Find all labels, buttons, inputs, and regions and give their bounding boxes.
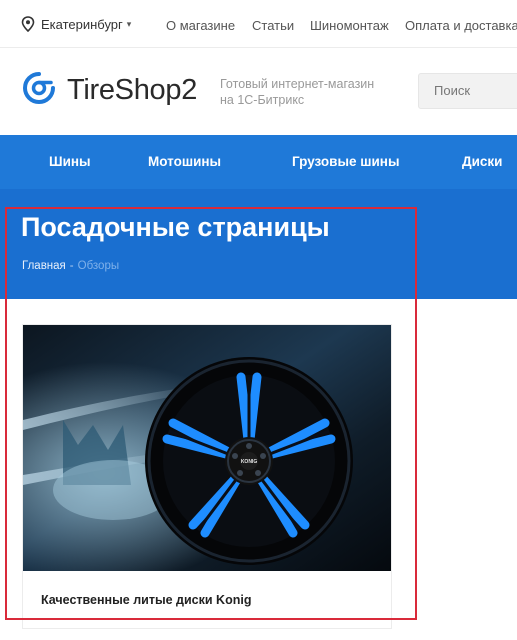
slogan-line-2: на 1С-Битрикс (220, 93, 305, 107)
nav-item-wheels[interactable]: Диски (462, 154, 502, 169)
brand-logo-icon[interactable] (21, 70, 57, 106)
wheel-image: KONIG (23, 325, 391, 571)
nav-item-truck-tires[interactable]: Грузовые шины (292, 154, 399, 169)
page-title: Посадочные страницы (21, 212, 330, 242)
breadcrumb: Главная - Обзоры (22, 260, 119, 272)
city-selector[interactable]: Екатеринбург ▾ (21, 16, 131, 32)
slogan-line-1: Готовый интернет-магазин (220, 77, 375, 91)
site-slogan: Готовый интернет-магазин на 1С-Битрикс (220, 76, 395, 108)
top-link-tire-fitting[interactable]: Шиномонтаж (310, 18, 389, 33)
top-link-payment-delivery[interactable]: Оплата и доставка (405, 18, 517, 33)
main-nav: Шины Мотошины Грузовые шины Диски (0, 135, 517, 189)
wheel-badge: KONIG (241, 459, 258, 465)
breadcrumb-separator: - (69, 260, 74, 272)
page-hero: Посадочные страницы Главная - Обзоры (0, 189, 517, 299)
map-pin-icon (21, 16, 35, 32)
article-title[interactable]: Качественные литые диски Konig (41, 593, 251, 607)
article-card[interactable]: KONIG Качественные литые диски Konig (22, 324, 392, 629)
nav-item-tires[interactable]: Шины (49, 154, 91, 169)
search-input[interactable]: Поиск (418, 73, 517, 109)
city-name: Екатеринбург (41, 16, 123, 32)
breadcrumb-home[interactable]: Главная (22, 260, 66, 272)
site-header: TireShop2 Готовый интернет-магазин на 1С… (0, 48, 517, 135)
top-bar: Екатеринбург ▾ О магазине Статьи Шиномон… (0, 0, 517, 48)
brand-logo-text[interactable]: TireShop2 (67, 74, 197, 107)
caret-down-icon: ▾ (126, 18, 132, 29)
top-link-articles[interactable]: Статьи (252, 18, 294, 33)
article-image[interactable]: KONIG (23, 325, 391, 571)
top-link-about[interactable]: О магазине (166, 18, 235, 33)
breadcrumb-current: Обзоры (77, 260, 120, 272)
nav-item-moto-tires[interactable]: Мотошины (148, 154, 221, 169)
